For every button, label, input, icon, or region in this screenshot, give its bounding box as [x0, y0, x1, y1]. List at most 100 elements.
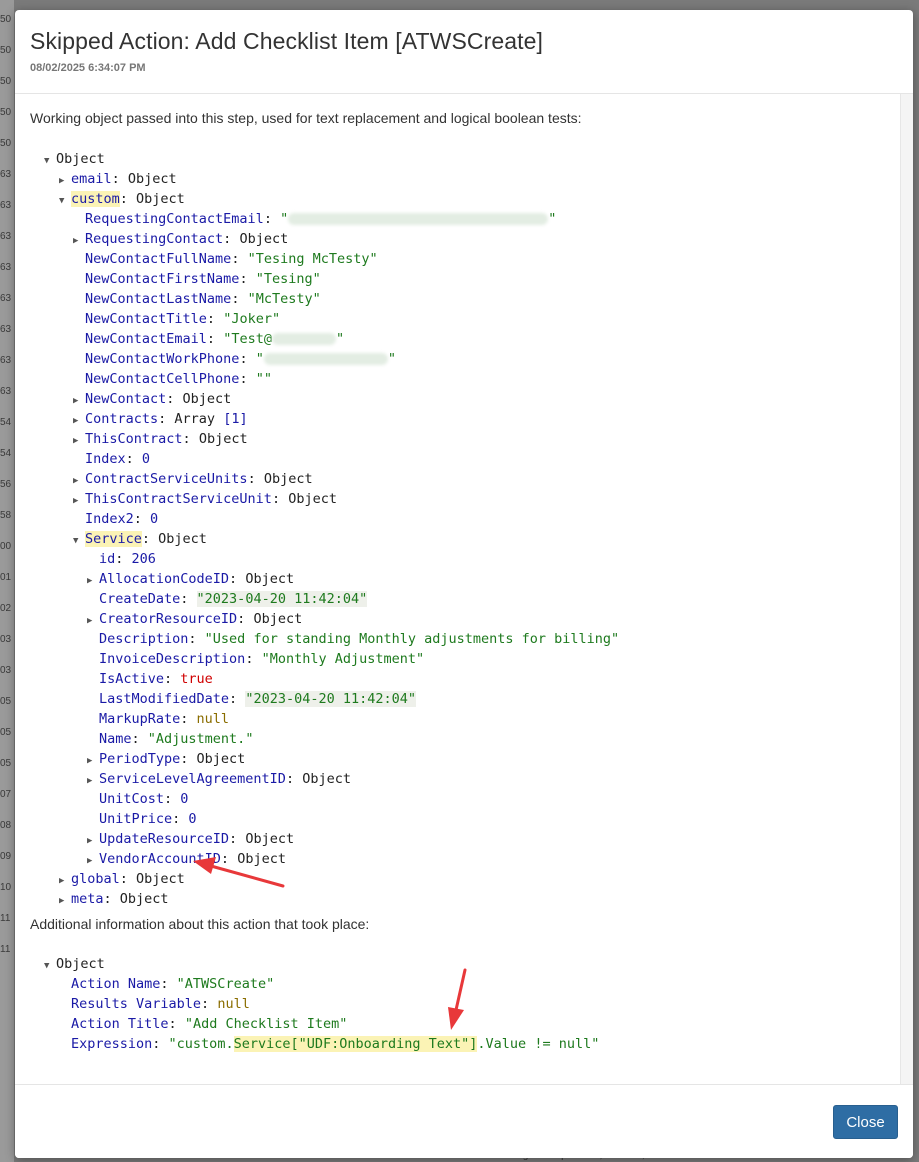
tree-value: " [280, 211, 289, 227]
tree-row: Action Name: "ATWSCreate" [71, 974, 274, 994]
tree-key[interactable]: ServiceLevelAgreementID [99, 771, 286, 787]
tree-row: ▶ ServiceLevelAgreementID: Object [87, 769, 351, 789]
tree-colon: : [206, 331, 224, 347]
collapse-toggle-icon[interactable]: ▼ [59, 191, 71, 211]
expand-toggle-icon[interactable]: ▶ [87, 831, 99, 851]
tree-row: LastModifiedDate: "2023-04-20 11:42:04" [99, 689, 416, 709]
tree-colon: : [237, 611, 254, 627]
dialog-scrollbar[interactable] [900, 94, 913, 1084]
background-row-number: 50 [0, 45, 12, 56]
tree-row: ▼ Object [44, 149, 105, 169]
tree-value: Array [174, 411, 216, 427]
tree-value: Object [245, 571, 295, 587]
expand-toggle-icon[interactable]: ▶ [73, 391, 85, 411]
expression-highlight: Service["UDF:Onboarding Text"] [233, 1036, 478, 1052]
tree-colon: : [125, 451, 142, 467]
tree-colon: : [271, 491, 289, 507]
tree-value: "Adjustment." [147, 731, 254, 747]
background-row-number: 63 [0, 200, 12, 211]
tree-row: RequestingContactEmail: " " [85, 209, 556, 229]
expand-toggle-icon[interactable]: ▶ [59, 891, 71, 911]
expand-toggle-icon[interactable]: ▶ [73, 231, 85, 251]
background-row-number: 00 [0, 541, 12, 552]
collapse-toggle-icon[interactable]: ▼ [44, 151, 56, 171]
tree-key[interactable]: CreatorResourceID [99, 611, 237, 627]
skipped-action-dialog: Skipped Action: Add Checklist Item [ATWS… [15, 10, 913, 1158]
background-row-number: 08 [0, 820, 12, 831]
expand-toggle-icon[interactable]: ▶ [87, 771, 99, 791]
tree-key[interactable]: meta [71, 891, 104, 907]
expand-toggle-icon[interactable]: ▶ [87, 611, 99, 631]
tree-key: Description [99, 631, 189, 647]
expand-toggle-icon[interactable]: ▶ [59, 871, 71, 891]
tree-row: ▼ Service: Object [73, 529, 207, 549]
background-row-number: 63 [0, 324, 12, 335]
tree-colon: : [119, 191, 137, 207]
collapse-toggle-icon[interactable]: ▼ [73, 531, 85, 551]
tree-colon: : [152, 1036, 169, 1052]
close-button[interactable]: Close [833, 1105, 898, 1139]
tree-value: Object [127, 171, 177, 187]
tree-key[interactable]: ThisContract [85, 431, 183, 447]
collapse-toggle-icon[interactable]: ▼ [44, 956, 56, 976]
tree-key: NewContactWorkPhone [85, 351, 240, 367]
expand-toggle-icon[interactable]: ▶ [87, 751, 99, 771]
tree-colon: : [164, 791, 181, 807]
redacted-value [263, 353, 388, 365]
tree-row: Results Variable: null [71, 994, 250, 1014]
tree-key[interactable]: custom [71, 191, 120, 207]
tree-colon: : [168, 1016, 185, 1032]
tree-key[interactable]: Object [56, 151, 105, 167]
dialog-body: Working object passed into this step, us… [15, 94, 913, 1085]
expand-toggle-icon[interactable]: ▶ [87, 851, 99, 871]
tree-key[interactable]: ContractServiceUnits [85, 471, 248, 487]
tree-key[interactable]: VendorAccountID [99, 851, 221, 867]
tree-colon: : [231, 291, 248, 307]
tree-key: Action Title [71, 1016, 169, 1032]
tree-colon: : [182, 431, 199, 447]
expand-toggle-icon[interactable]: ▶ [73, 491, 85, 511]
tree-key[interactable]: email [71, 171, 112, 187]
tree-row: id: 206 [99, 549, 156, 569]
tree-key[interactable]: AllocationCodeID [99, 571, 229, 587]
tree-value: "2023-04-20 11:42:04" [245, 691, 416, 707]
tree-key: InvoiceDescription [99, 651, 246, 667]
tree-value: Object [198, 431, 248, 447]
expand-toggle-icon[interactable]: ▶ [73, 411, 85, 431]
tree-row: ▶ UpdateResourceID: Object [87, 829, 294, 849]
tree-key[interactable]: Contracts [85, 411, 158, 427]
tree-row: ▶ CreatorResourceID: Object [87, 609, 302, 629]
tree-key[interactable]: Service [85, 531, 142, 547]
redacted-value [271, 333, 336, 345]
background-row-number: 09 [0, 851, 12, 862]
tree-colon: : [220, 851, 238, 867]
tree-key[interactable]: RequestingContact [85, 231, 223, 247]
array-length-badge: [1] [223, 411, 248, 427]
expand-toggle-icon[interactable]: ▶ [87, 571, 99, 591]
tree-row: ▶ global: Object [59, 869, 185, 889]
tree-key[interactable]: NewContact [85, 391, 166, 407]
tree-row: ▶ Contracts: Array [1] [73, 409, 248, 429]
tree-key: NewContactTitle [85, 311, 207, 327]
tree-key[interactable]: ThisContractServiceUnit [85, 491, 272, 507]
tree-row: ▶ RequestingContact: Object [73, 229, 288, 249]
tree-value: "ATWSCreate" [176, 976, 275, 992]
tree-value: Object [196, 751, 246, 767]
expand-toggle-icon[interactable]: ▶ [73, 431, 85, 451]
tree-colon: : [263, 211, 281, 227]
tree-value: "Monthly Adjustment" [261, 651, 425, 667]
tree-value: "" [255, 371, 272, 387]
tree-value: Object [182, 391, 232, 407]
expand-toggle-icon[interactable]: ▶ [59, 171, 71, 191]
background-row-number: 58 [0, 510, 12, 521]
tree-key[interactable]: global [71, 871, 120, 887]
background-row-number: 50 [0, 138, 12, 149]
expand-toggle-icon[interactable]: ▶ [73, 471, 85, 491]
tree-colon: : [239, 351, 256, 367]
background-row-number: 50 [0, 107, 12, 118]
tree-row: NewContactLastName: "McTesty" [85, 289, 321, 309]
tree-key[interactable]: PeriodType [99, 751, 180, 767]
tree-key[interactable]: UpdateResourceID [99, 831, 229, 847]
tree-key[interactable]: Object [56, 956, 105, 972]
tree-colon: : [111, 171, 128, 187]
